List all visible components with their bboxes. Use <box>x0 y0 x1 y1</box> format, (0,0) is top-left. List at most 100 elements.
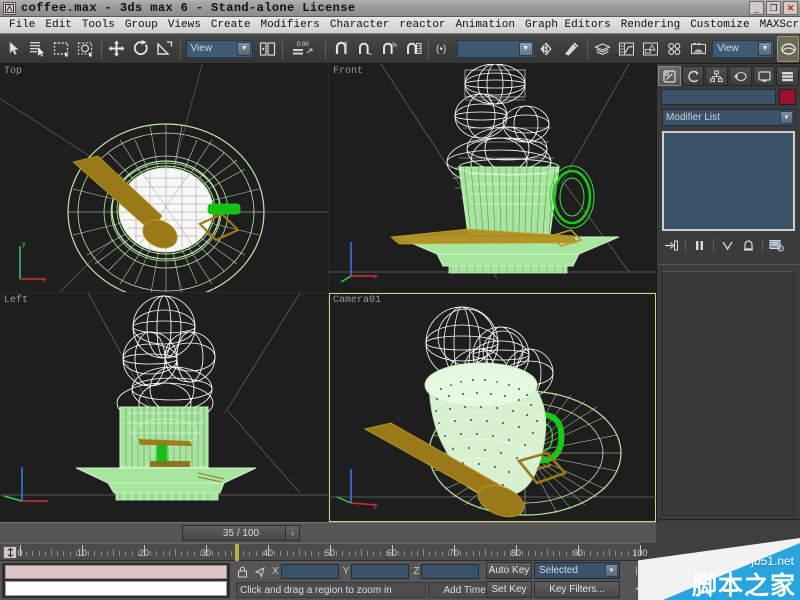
ruler-tick <box>615 551 616 556</box>
rectangular-selection-region-icon[interactable] <box>51 36 73 62</box>
curve-editor-icon[interactable] <box>615 36 637 62</box>
menu-group[interactable]: Group <box>120 18 163 33</box>
x-field[interactable] <box>281 564 339 579</box>
menu-tools[interactable]: Tools <box>77 18 120 33</box>
time-slider-next-arrow[interactable]: › <box>285 525 300 541</box>
viewport-camera01-label[interactable]: Camera01 <box>333 295 381 306</box>
angle-snap-spinner-icon[interactable]: 0.00 <box>287 36 321 62</box>
y-field[interactable] <box>351 564 409 579</box>
select-and-scale-icon[interactable] <box>154 36 176 62</box>
ruler-tick <box>547 549 548 556</box>
align-icon[interactable] <box>561 36 583 62</box>
track-bar-ruler[interactable]: 0102030405060708090100 <box>20 544 640 562</box>
viewport-top-label[interactable]: Top <box>4 66 22 77</box>
ruler-tick <box>256 551 257 556</box>
ruler-tick <box>590 551 591 556</box>
material-editor-icon[interactable] <box>663 36 685 62</box>
close-button[interactable]: ✕ <box>783 1 798 15</box>
select-by-name-icon[interactable] <box>27 36 49 62</box>
maxscript-pink-pane[interactable] <box>5 565 227 579</box>
tab-display[interactable] <box>753 66 776 86</box>
reference-coordinate-system-combo[interactable]: View ▼ <box>186 40 254 58</box>
layer-manager-icon[interactable] <box>592 36 614 62</box>
viewport-top[interactable]: Top <box>0 64 328 292</box>
chevron-down-icon[interactable]: ▼ <box>758 42 772 56</box>
tab-hierarchy[interactable] <box>705 66 728 86</box>
tab-motion[interactable] <box>729 66 752 86</box>
track-bar-playhead[interactable] <box>235 544 239 562</box>
menu-file[interactable]: File <box>4 18 40 33</box>
track-bar[interactable]: 0102030405060708090100 <box>0 543 640 561</box>
mirror-icon[interactable] <box>537 36 559 62</box>
ruler-label: 60 <box>387 548 397 558</box>
select-and-move-icon[interactable] <box>106 36 128 62</box>
render-preset-combo[interactable]: View ▼ <box>712 40 774 58</box>
svg-text:(•): (•) <box>436 44 446 55</box>
remove-modifier-icon[interactable] <box>739 236 758 254</box>
viewport-front-label[interactable]: Front <box>333 66 363 77</box>
pin-stack-icon[interactable] <box>662 236 681 254</box>
menu-animation[interactable]: Animation <box>451 18 520 33</box>
menu-character[interactable]: Character <box>325 18 394 33</box>
quick-render-icon[interactable] <box>777 36 799 62</box>
menu-customize[interactable]: Customize <box>685 18 754 33</box>
viewport-left[interactable]: Left <box>0 293 328 522</box>
track-bar-key-icon[interactable] <box>3 546 17 559</box>
select-object-icon[interactable] <box>3 36 25 62</box>
menu-modifiers[interactable]: Modifiers <box>255 18 324 33</box>
chevron-down-icon[interactable]: ▼ <box>605 564 618 577</box>
ruler-tick <box>39 551 40 556</box>
previous-frame-icon[interactable]: ◀| <box>632 581 648 596</box>
max-logo-icon[interactable] <box>3 2 16 15</box>
modifier-list-combo[interactable]: Modifier List ▼ <box>662 109 795 126</box>
chevron-down-icon[interactable]: ▼ <box>237 42 251 56</box>
key-mode-combo[interactable]: Selected ▼ <box>534 562 620 579</box>
percent-snap-toggle-icon[interactable]: % <box>378 36 400 62</box>
go-to-start-icon[interactable]: |◀ <box>632 563 648 578</box>
viewport-left-label[interactable]: Left <box>4 295 28 306</box>
schematic-view-icon[interactable] <box>639 36 661 62</box>
ruler-tick <box>311 551 312 556</box>
named-selection-set-field[interactable]: ▼ <box>457 40 535 58</box>
select-and-rotate-icon[interactable] <box>130 36 152 62</box>
auto-key-button[interactable]: Auto Key <box>486 562 532 579</box>
z-field[interactable] <box>421 564 479 579</box>
tab-utilities[interactable] <box>776 66 799 86</box>
show-end-result-icon[interactable] <box>690 236 709 254</box>
object-name-field[interactable] <box>661 89 776 105</box>
configure-modifier-sets-icon[interactable] <box>767 236 786 254</box>
render-scene-icon[interactable] <box>687 36 709 62</box>
viewport-front[interactable]: Front <box>329 64 656 292</box>
chevron-down-icon[interactable]: ▼ <box>780 111 793 124</box>
key-filters-button[interactable]: Key Filters... <box>534 581 620 598</box>
viewport-camera01[interactable]: Camera01 <box>329 293 656 522</box>
maxscript-white-pane[interactable] <box>5 581 227 596</box>
menu-views[interactable]: Views <box>163 18 206 33</box>
selection-lock-icon[interactable] <box>234 563 251 580</box>
menu-create[interactable]: Create <box>206 18 256 33</box>
modifier-stack-list[interactable] <box>662 131 795 231</box>
minimize-button[interactable]: _ <box>749 1 764 15</box>
menu-edit[interactable]: Edit <box>40 18 76 33</box>
svg-text:x: x <box>373 504 377 511</box>
named-selection-sets-icon[interactable]: (•) <box>433 36 455 62</box>
spinner-snap-toggle-icon[interactable] <box>402 36 424 62</box>
maxscript-mini-listener[interactable] <box>2 563 230 598</box>
menu-rendering[interactable]: Rendering <box>616 18 685 33</box>
time-slider-handle[interactable]: 35 / 100 <box>182 525 300 541</box>
menu-graph-editors[interactable]: Graph Editors <box>520 18 616 33</box>
snaps-toggle-icon[interactable]: 3 <box>330 36 352 62</box>
menu-maxscript[interactable]: MAXScript <box>755 18 800 33</box>
make-unique-icon[interactable] <box>718 236 737 254</box>
ruler-tick <box>163 551 164 556</box>
use-center-flyout-icon[interactable] <box>256 36 278 62</box>
maximize-button[interactable]: ❐ <box>766 1 781 15</box>
angle-snap-toggle-icon[interactable] <box>354 36 376 62</box>
tab-modify[interactable] <box>682 66 705 86</box>
window-crossing-icon[interactable] <box>75 36 97 62</box>
set-key-button[interactable]: Set Key <box>486 581 532 598</box>
tab-create[interactable] <box>658 66 681 86</box>
object-color-swatch[interactable] <box>779 89 796 105</box>
menu-reactor[interactable]: reactor <box>394 18 450 33</box>
chevron-down-icon[interactable]: ▼ <box>519 42 533 56</box>
